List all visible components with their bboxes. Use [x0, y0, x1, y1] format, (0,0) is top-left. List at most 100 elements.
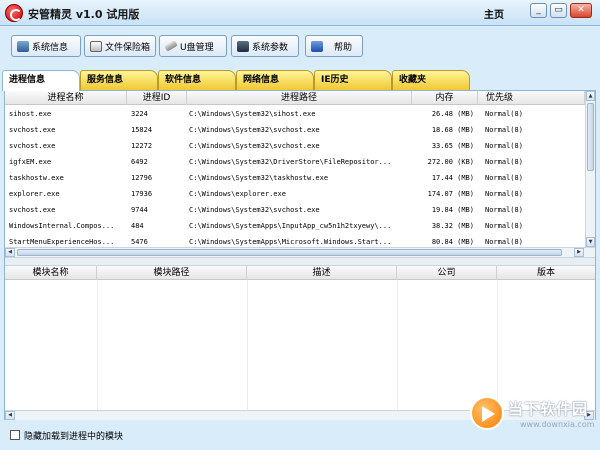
tab-ie-history[interactable]: IE历史 [314, 70, 392, 90]
column-header-memory[interactable]: 内存 [412, 91, 478, 105]
scroll-thumb[interactable] [587, 103, 594, 171]
cell-memory: 18.68 (MB) [431, 126, 474, 134]
scroll-left-arrow-icon[interactable]: ◀ [5, 411, 15, 420]
watermark-logo-icon [470, 396, 504, 430]
column-header-process-name[interactable]: 进程名称 [5, 91, 127, 105]
cell-process-path: C:\Windows\System32\sihost.exe [189, 110, 316, 118]
table-row[interactable]: svchost.exe 9744 C:\Windows\System32\svcho… [5, 202, 585, 218]
cell-process-id: 6492 [131, 158, 148, 166]
watermark-url: www.downxia.com [520, 420, 595, 429]
cell-process-id: 12272 [131, 142, 153, 150]
file-vault-button[interactable]: 文件保险箱 [84, 35, 156, 57]
column-divider [497, 280, 498, 411]
cell-priority: Normal(8) [485, 206, 523, 214]
cell-process-id: 17936 [131, 190, 153, 198]
tab-process-info[interactable]: 进程信息 [2, 70, 80, 91]
cell-memory: 19.84 (MB) [431, 206, 474, 214]
pane-splitter[interactable] [5, 257, 595, 266]
module-horizontal-scrollbar[interactable]: ◀ ▶ [5, 410, 595, 420]
tab-favorites[interactable]: 收藏夹 [392, 70, 470, 90]
system-info-button[interactable]: 系统信息 [11, 35, 81, 57]
column-header-module-name[interactable]: 模块名称 [5, 266, 97, 280]
hide-modules-label[interactable]: 隐藏加载到进程中的模块 [24, 429, 123, 442]
cell-process-name: igfxEM.exe [9, 158, 52, 166]
toolbar: 系统信息 文件保险箱 U盘管理 系统参数 帮助 [0, 27, 600, 67]
cell-priority: Normal(8) [485, 110, 523, 118]
close-button[interactable]: ✕ [570, 3, 592, 18]
cell-process-path: C:\Windows\System32\svchost.exe [189, 126, 320, 134]
cell-priority: Normal(8) [485, 126, 523, 134]
cell-process-name: svchost.exe [9, 126, 56, 134]
cell-priority: Normal(8) [485, 142, 523, 150]
usb-manage-button[interactable]: U盘管理 [159, 35, 227, 57]
tab-software-info[interactable]: 软件信息 [158, 70, 236, 90]
restore-button[interactable]: ▭ [550, 3, 567, 18]
cell-memory: 26.48 (MB) [431, 110, 474, 118]
cell-priority: Normal(8) [485, 174, 523, 182]
tab-network-info[interactable]: 网络信息 [236, 70, 314, 90]
scroll-up-arrow-icon[interactable]: ▲ [586, 91, 595, 101]
column-header-module-path[interactable]: 模块路径 [97, 266, 247, 280]
table-row[interactable]: explorer.exe 17936 C:\Windows\explorer.exe… [5, 186, 585, 202]
horizontal-scroll-thumb[interactable] [17, 249, 562, 256]
app-title: 安管精灵 v1.0 试用版 [28, 8, 140, 21]
column-divider [247, 280, 248, 411]
hide-modules-checkbox[interactable] [10, 430, 20, 440]
column-header-version[interactable]: 版本 [497, 266, 595, 280]
column-header-company[interactable]: 公司 [397, 266, 497, 280]
cell-memory: 17.44 (MB) [431, 174, 474, 182]
cell-process-name: WindowsInternal.Compos... [9, 222, 115, 230]
scroll-down-arrow-icon[interactable]: ▼ [586, 237, 595, 247]
tab-service-info[interactable]: 服务信息 [80, 70, 158, 90]
cell-process-name: sihost.exe [9, 110, 52, 118]
cell-priority: Normal(8) [485, 222, 523, 230]
process-horizontal-scrollbar[interactable]: ◀ ▶ [5, 247, 595, 257]
table-row[interactable]: taskhostw.exe 12796 C:\Windows\System32\ta… [5, 170, 585, 186]
help-icon [311, 40, 323, 52]
table-row[interactable]: sihost.exe 3224 C:\Windows\System32\sihost… [5, 106, 585, 122]
table-row[interactable]: igfxEM.exe 6492 C:\Windows\System32\Driver… [5, 154, 585, 170]
cell-process-path: C:\Windows\System32\svchost.exe [189, 142, 320, 150]
column-header-process-path[interactable]: 进程路径 [187, 91, 412, 105]
home-link[interactable]: 主页 [484, 6, 504, 21]
minimize-button[interactable]: _ [530, 3, 547, 18]
cell-process-name: svchost.exe [9, 142, 56, 150]
system-params-icon [237, 40, 249, 52]
main-panel: 进程名称 进程ID 进程路径 内存 优先级 sihost.exe 3224 C:\W… [4, 90, 596, 420]
scroll-right-arrow-icon[interactable]: ▶ [574, 248, 584, 257]
table-row[interactable]: svchost.exe 15824 C:\Windows\System32\svch… [5, 122, 585, 138]
column-divider [97, 280, 98, 411]
cell-priority: Normal(8) [485, 158, 523, 166]
system-params-button[interactable]: 系统参数 [231, 35, 299, 57]
usb-drive-icon [164, 40, 178, 52]
watermark-text: 当下软件园 [508, 400, 589, 418]
cell-process-name: taskhostw.exe [9, 174, 64, 182]
table-row[interactable]: WindowsInternal.Compos... 484 C:\Windows\S… [5, 218, 585, 234]
cell-memory: 33.65 (MB) [431, 142, 474, 150]
cell-process-id: 484 [131, 222, 144, 230]
cell-memory: 272.00 (KB) [427, 158, 474, 166]
cell-process-name: explorer.exe [9, 190, 60, 198]
cell-process-id: 15824 [131, 126, 153, 134]
table-row[interactable]: svchost.exe 12272 C:\Windows\System32\svch… [5, 138, 585, 154]
tab-bar: 进程信息 服务信息 软件信息 网络信息 IE历史 收藏夹 [2, 70, 598, 91]
app-logo-icon [5, 4, 23, 22]
column-header-process-id[interactable]: 进程ID [127, 91, 187, 105]
footer: 隐藏加载到进程中的模块 [0, 422, 600, 450]
system-info-icon [17, 40, 29, 52]
column-header-description[interactable]: 描述 [247, 266, 397, 280]
column-divider [397, 280, 398, 411]
help-button[interactable]: 帮助 [305, 35, 363, 57]
cell-priority: Normal(8) [485, 190, 523, 198]
column-header-priority[interactable]: 优先级 [478, 91, 585, 105]
module-list[interactable]: 模块名称 模块路径 描述 公司 版本 ◀ ▶ [5, 266, 595, 421]
process-table-header: 进程名称 进程ID 进程路径 内存 优先级 [5, 91, 585, 105]
cell-process-id: 3224 [131, 110, 148, 118]
cell-memory: 38.32 (MB) [431, 222, 474, 230]
cell-process-path: C:\Windows\System32\taskhostw.exe [189, 174, 329, 182]
scroll-left-arrow-icon[interactable]: ◀ [5, 248, 15, 257]
file-vault-icon [90, 40, 102, 52]
process-list[interactable]: 进程名称 进程ID 进程路径 内存 优先级 sihost.exe 3224 C:\W… [5, 91, 595, 257]
process-vertical-scrollbar[interactable]: ▲ ▼ [585, 91, 595, 247]
cell-process-path: C:\Windows\System32\DriverStore\FileRepo… [189, 158, 392, 166]
